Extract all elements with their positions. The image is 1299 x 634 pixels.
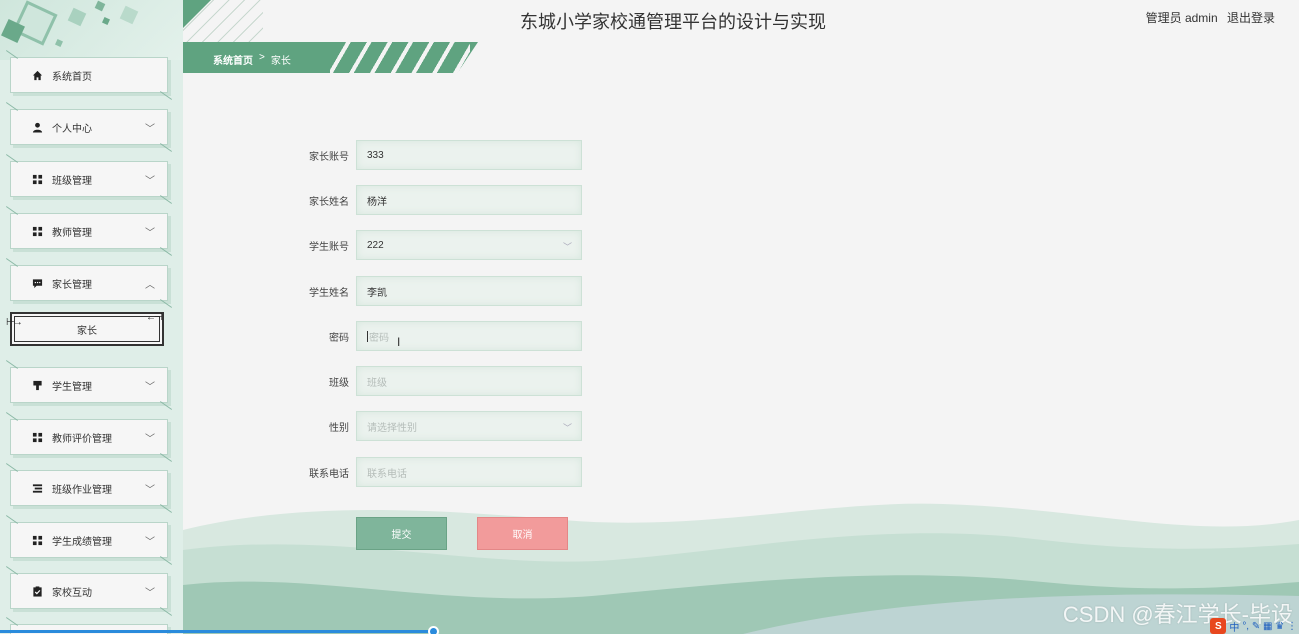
student-account-label: 学生账号 bbox=[309, 241, 349, 253]
password-placeholder: 密码 bbox=[369, 332, 389, 344]
progress-knob[interactable] bbox=[428, 626, 439, 634]
gender-placeholder: 请选择性别 bbox=[367, 422, 417, 434]
sidebar-item-label: 家长管理 bbox=[52, 279, 92, 291]
parent-name-input[interactable]: 杨洋 bbox=[356, 185, 582, 215]
form-row-student-name: 学生姓名 李凯 bbox=[290, 276, 590, 306]
clipboard-icon bbox=[31, 585, 43, 597]
logout-link[interactable]: 退出登录 bbox=[1227, 11, 1275, 25]
sidebar-item-label: 家校互动 bbox=[52, 587, 92, 599]
chevron-down-icon: ﹀ bbox=[145, 484, 155, 496]
cancel-button[interactable]: 取消 bbox=[477, 517, 568, 550]
student-name-input[interactable]: 李凯 bbox=[356, 276, 582, 306]
system-tray: S 中 °, ✎ ▦ ♛ ⋮ bbox=[1210, 618, 1299, 634]
sidebar: 系统首页 个人中心 ﹀ 班级管理 ﹀ 教师管理 ﹀ 家长管理 ︿ 家长 ⊢→ ←… bbox=[0, 0, 183, 634]
form-row-password: 密码 密码 I bbox=[290, 321, 590, 351]
tray-icons[interactable]: °, ✎ ▦ ♛ ⋮ bbox=[1242, 621, 1297, 632]
password-input[interactable]: 密码 I bbox=[356, 321, 582, 351]
sidebar-item-label: 学生成绩管理 bbox=[52, 536, 112, 548]
sidebar-item-label: 系统首页 bbox=[52, 71, 92, 83]
form-row-student-account: 学生账号 222 ﹀ bbox=[290, 230, 590, 260]
sidebar-item-label: 教师评价管理 bbox=[52, 433, 112, 445]
sidebar-item-home[interactable]: 系统首页 bbox=[10, 57, 168, 93]
sidebar-item-home-school[interactable]: 家校互动 ﹀ bbox=[10, 573, 168, 609]
grid-icon bbox=[31, 534, 43, 546]
sidebar-item-personal-center[interactable]: 个人中心 ﹀ bbox=[10, 109, 168, 145]
chevron-down-icon: ﹀ bbox=[145, 381, 155, 393]
sidebar-item-teacher-management[interactable]: 教师管理 ﹀ bbox=[10, 213, 168, 249]
sidebar-item-class-management[interactable]: 班级管理 ﹀ bbox=[10, 161, 168, 197]
phone-placeholder: 联系电话 bbox=[367, 468, 407, 480]
ibeam-cursor-icon: I bbox=[397, 335, 401, 349]
chevron-down-icon: ﹀ bbox=[145, 227, 155, 239]
parent-name-label: 家长姓名 bbox=[309, 196, 349, 208]
sidebar-item-label: 教师管理 bbox=[52, 227, 92, 239]
arrow-right-icon: ⊢→ bbox=[6, 317, 23, 328]
password-label: 密码 bbox=[329, 332, 349, 344]
user-area: 管理员 admin 退出登录 bbox=[1140, 9, 1275, 26]
text-caret bbox=[367, 330, 368, 342]
breadcrumb-separator: > bbox=[259, 52, 265, 63]
breadcrumb-current: 家长 bbox=[270, 56, 291, 67]
chevron-down-icon: ﹀ bbox=[145, 123, 155, 135]
student-account-select[interactable]: 222 ﹀ bbox=[356, 230, 582, 260]
form-row-parent-account: 家长账号 333 bbox=[290, 140, 590, 170]
submit-button[interactable]: 提交 bbox=[356, 517, 447, 550]
chevron-down-icon: ﹀ bbox=[145, 433, 155, 445]
sidebar-subitem-parent[interactable]: 家长 bbox=[10, 312, 164, 346]
sidebar-subitem-label: 家长 bbox=[77, 325, 97, 337]
arrow-left-icon: ←⊣ bbox=[146, 312, 163, 323]
phone-input[interactable]: 联系电话 bbox=[356, 457, 582, 487]
podium-icon bbox=[31, 379, 43, 391]
ime-language[interactable]: 中 bbox=[1229, 619, 1239, 634]
form-row-parent-name: 家长姓名 杨洋 bbox=[290, 185, 590, 215]
grid-icon bbox=[31, 431, 43, 443]
sidebar-item-label: 班级作业管理 bbox=[52, 484, 112, 496]
sidebar-item-label: 班级管理 bbox=[52, 175, 92, 187]
sidebar-item-parent-management[interactable]: 家长管理 ︿ bbox=[10, 265, 168, 301]
sidebar-item-class-homework[interactable]: 班级作业管理 ﹀ bbox=[10, 470, 168, 506]
ime-icon[interactable]: S bbox=[1210, 618, 1227, 634]
student-account-value: 222 bbox=[367, 239, 384, 251]
student-name-label: 学生姓名 bbox=[309, 287, 349, 299]
class-label: 班级 bbox=[329, 377, 349, 389]
parent-name-value: 杨洋 bbox=[367, 196, 387, 208]
chevron-down-icon: ﹀ bbox=[145, 175, 155, 187]
form-row-gender: 性别 请选择性别 ﹀ bbox=[290, 411, 590, 441]
breadcrumb: 系统首页 > 家长 bbox=[213, 52, 291, 67]
chevron-down-icon: ﹀ bbox=[562, 242, 572, 252]
parent-account-value: 333 bbox=[367, 149, 384, 161]
sidebar-item-student-scores[interactable]: 学生成绩管理 ﹀ bbox=[10, 522, 168, 558]
phone-label: 联系电话 bbox=[309, 468, 349, 480]
parent-account-input[interactable]: 333 bbox=[356, 140, 582, 170]
user-role: 管理员 admin bbox=[1145, 11, 1218, 25]
breadcrumb-stripes bbox=[330, 42, 470, 73]
home-icon bbox=[31, 69, 43, 81]
grid-icon bbox=[31, 173, 43, 185]
breadcrumb-home[interactable]: 系统首页 bbox=[213, 52, 253, 67]
sidebar-item-teacher-evaluation[interactable]: 教师评价管理 ﹀ bbox=[10, 419, 168, 455]
class-placeholder: 班级 bbox=[367, 377, 387, 389]
sidebar-decoration bbox=[0, 0, 183, 60]
chat-icon bbox=[31, 277, 43, 289]
sidebar-item-label: 个人中心 bbox=[52, 123, 92, 135]
grid-icon bbox=[31, 225, 43, 237]
chevron-down-icon: ﹀ bbox=[145, 587, 155, 599]
chevron-up-icon: ︿ bbox=[145, 279, 155, 291]
student-name-value: 李凯 bbox=[367, 287, 387, 299]
chevron-down-icon: ﹀ bbox=[562, 423, 572, 433]
form-row-class: 班级 班级 bbox=[290, 366, 590, 396]
sidebar-item-label: 学生管理 bbox=[52, 381, 92, 393]
progress-bar bbox=[0, 630, 435, 633]
parent-account-label: 家长账号 bbox=[309, 151, 349, 163]
sidebar-item-student-management[interactable]: 学生管理 ﹀ bbox=[10, 367, 168, 403]
user-icon bbox=[31, 121, 43, 133]
list-icon bbox=[31, 482, 43, 494]
gender-label: 性别 bbox=[329, 422, 349, 434]
page-title: 东城小学家校通管理平台的设计与实现 bbox=[520, 12, 826, 32]
gender-select[interactable]: 请选择性别 ﹀ bbox=[356, 411, 582, 441]
chevron-down-icon: ﹀ bbox=[145, 536, 155, 548]
form-row-phone: 联系电话 联系电话 bbox=[290, 457, 590, 487]
class-input[interactable]: 班级 bbox=[356, 366, 582, 396]
